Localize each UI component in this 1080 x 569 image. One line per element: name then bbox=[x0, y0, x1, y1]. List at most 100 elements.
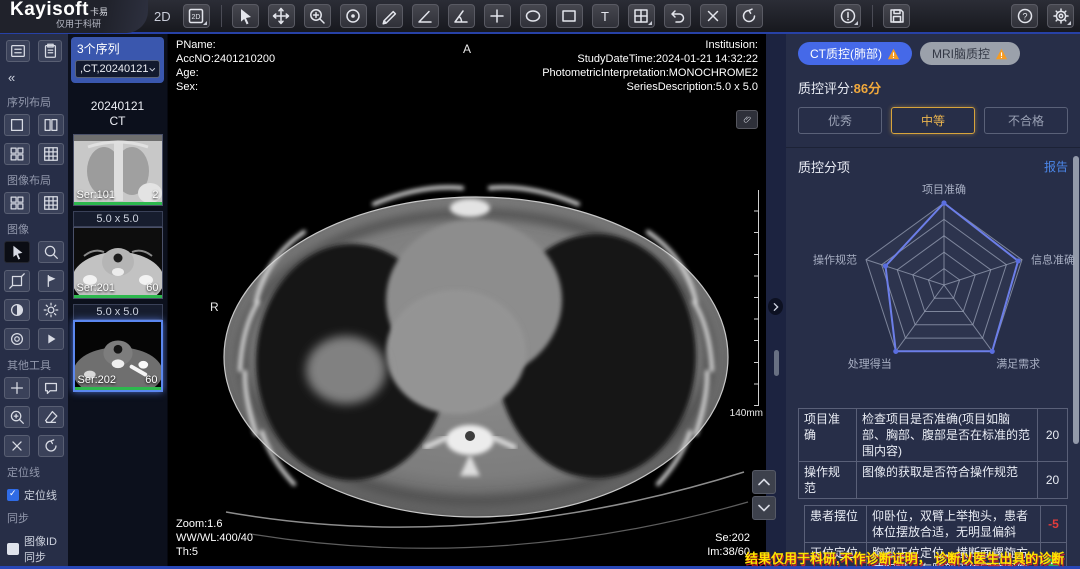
series-list-button[interactable] bbox=[6, 40, 30, 62]
checkbox-icon[interactable] bbox=[7, 489, 19, 501]
save-button[interactable] bbox=[883, 4, 910, 28]
series-layout-2x2-button[interactable] bbox=[4, 143, 30, 165]
image-roi-button[interactable] bbox=[4, 328, 30, 350]
grid-layout-tool-button[interactable] bbox=[628, 4, 655, 28]
image-cursor-button[interactable] bbox=[4, 241, 30, 263]
gutter-scrollbar-thumb[interactable] bbox=[774, 350, 779, 376]
tab-mri-qc[interactable]: MRI脑质控 bbox=[920, 42, 1020, 65]
cursor-icon bbox=[8, 243, 26, 261]
measure-tool-button[interactable] bbox=[376, 4, 403, 28]
disclaimer-marquee: 结果仅用于科研,不作诊断证明， 诊断以医生出具的诊断 bbox=[745, 548, 1080, 567]
app-window: Kayisoft卡易 仅用于科研 2D 2D bbox=[0, 0, 1080, 569]
image-crop-rotate-button[interactable] bbox=[4, 270, 30, 292]
image-flag-button[interactable] bbox=[38, 270, 64, 292]
text-tool-button[interactable]: T bbox=[592, 4, 619, 28]
checkbox-icon[interactable] bbox=[7, 543, 19, 555]
sidebar-collapse-button[interactable]: « bbox=[0, 68, 68, 89]
image-layout-3x3-button[interactable] bbox=[38, 192, 64, 214]
series-thumbnail-101[interactable]: Ser:101 2 bbox=[73, 134, 163, 206]
qc-panel-scrollbar-thumb[interactable] bbox=[1073, 156, 1079, 444]
section-image-layout: 图像布局 bbox=[0, 167, 68, 191]
image-magnify-button[interactable] bbox=[38, 241, 64, 263]
info-icon bbox=[838, 6, 858, 26]
settings-button[interactable] bbox=[1047, 4, 1074, 28]
locator-checkbox-row[interactable]: 定位线 bbox=[0, 483, 68, 505]
zoom-tool-button[interactable] bbox=[304, 4, 331, 28]
report-panel-button[interactable] bbox=[38, 40, 62, 62]
series-layout-3x3-button[interactable] bbox=[38, 143, 64, 165]
scroll-down-button[interactable] bbox=[752, 496, 776, 520]
reset-button[interactable] bbox=[736, 4, 763, 28]
svg-text:处理得当: 处理得当 bbox=[848, 356, 892, 370]
grid-icon bbox=[631, 6, 651, 26]
save-icon bbox=[887, 6, 907, 26]
zoom-info-overlay: Zoom:1.6WW/WL:400/40Th:5 bbox=[176, 517, 253, 559]
info-button[interactable] bbox=[834, 4, 861, 28]
top-toolbar: Kayisoft卡易 仅用于科研 2D 2D bbox=[0, 0, 1080, 34]
thumbnail-image[interactable]: Ser:101 2 bbox=[73, 134, 163, 206]
crop-rotate-icon bbox=[8, 272, 26, 290]
tab-ct-qc[interactable]: CT质控(肺部) bbox=[798, 42, 912, 65]
grade-fail-button[interactable]: 不合格 bbox=[984, 107, 1068, 134]
series-count-label: 3个序列 bbox=[75, 40, 160, 57]
cobb-angle-tool-button[interactable] bbox=[448, 4, 475, 28]
series-thumbnail-201[interactable]: 5.0 x 5.0 Ser:201 bbox=[73, 211, 163, 299]
pan-tool-button[interactable] bbox=[268, 4, 295, 28]
orientation-anterior-label: A bbox=[463, 42, 471, 56]
clear-tool-button[interactable] bbox=[4, 435, 30, 457]
add-tool-button[interactable] bbox=[4, 377, 30, 399]
comment-tool-button[interactable] bbox=[38, 377, 64, 399]
image-search-tool-button[interactable] bbox=[4, 406, 30, 428]
layout-2d-button[interactable]: 2D bbox=[183, 4, 210, 28]
concentric-circles-icon bbox=[8, 330, 26, 348]
image-count: 60 bbox=[145, 374, 157, 386]
series-layout-1x1-button[interactable] bbox=[4, 114, 30, 136]
grade-medium-button[interactable]: 中等 bbox=[891, 107, 975, 134]
image-brightness-button[interactable] bbox=[38, 299, 64, 321]
crosshair-tool-button[interactable] bbox=[484, 4, 511, 28]
table-row[interactable]: 项目准确 检查项目是否准确(项目如脑部、胸部、腹部是否在标准的范围内容) 20 bbox=[798, 408, 1068, 462]
image-cine-play-button[interactable] bbox=[38, 328, 64, 350]
ellipse-tool-button[interactable] bbox=[520, 4, 547, 28]
target-icon bbox=[343, 6, 363, 26]
image-viewport[interactable]: PName:AccNO:2401210200Age:Sex: A R Insti… bbox=[168, 34, 786, 567]
cursor-tool-button[interactable] bbox=[232, 4, 259, 28]
series-dropdown[interactable]: ,CT,20240121 bbox=[75, 60, 160, 78]
study-date: 20240121 bbox=[68, 99, 167, 114]
scroll-up-button[interactable] bbox=[752, 470, 776, 494]
angle-tool-button[interactable] bbox=[412, 4, 439, 28]
series-image-overlay: Se:202Im:38/60 bbox=[707, 531, 750, 559]
target-tool-button[interactable] bbox=[340, 4, 367, 28]
layout-2d-icon: 2D bbox=[186, 6, 206, 26]
section-series-layout: 序列布局 bbox=[0, 89, 68, 113]
image-magnifier-icon bbox=[8, 408, 26, 426]
image-layout-2x2-button[interactable] bbox=[4, 192, 30, 214]
attachment-button[interactable] bbox=[736, 110, 758, 129]
table-row[interactable]: 患者摆位 仰卧位，双臂上举抱头，患者体位摆放合适，无明显偏斜 -5 bbox=[805, 506, 1066, 543]
undo-button[interactable] bbox=[664, 4, 691, 28]
series-layout-1x2-button[interactable] bbox=[38, 114, 64, 136]
refresh-tool-button[interactable] bbox=[38, 435, 64, 457]
thumbnail-image[interactable]: Ser:202 60 bbox=[73, 320, 163, 392]
panel-expander-button[interactable] bbox=[768, 298, 783, 315]
eraser-tool-button[interactable] bbox=[38, 406, 64, 428]
image-invert-button[interactable] bbox=[4, 299, 30, 321]
help-button[interactable]: ? bbox=[1011, 4, 1038, 28]
locator-checkbox-label: 定位线 bbox=[24, 487, 57, 503]
report-link[interactable]: 报告 bbox=[1044, 158, 1068, 175]
section-other-tools: 其他工具 bbox=[0, 352, 68, 376]
crosshair-icon bbox=[487, 6, 507, 26]
sync-option-row[interactable]: 图像ID同步 bbox=[0, 529, 68, 567]
qc-grade-buttons: 优秀 中等 不合格 bbox=[798, 107, 1068, 134]
thumbnail-image[interactable]: Ser:201 60 bbox=[73, 227, 163, 299]
plus-icon bbox=[8, 379, 26, 397]
chevron-down-icon bbox=[758, 504, 770, 512]
rectangle-tool-button[interactable] bbox=[556, 4, 583, 28]
qc-subitem-desc: 仰卧位，双臂上举抱头，患者体位摆放合适，无明显偏斜 bbox=[867, 506, 1040, 542]
table-row[interactable]: 操作规范 图像的获取是否符合操作规范 20 bbox=[798, 462, 1068, 499]
series-thumbnail-202[interactable]: 5.0 x 5.0 Ser:202 60 bbox=[73, 304, 163, 392]
viewer-canvas[interactable]: PName:AccNO:2401210200Age:Sex: A R Insti… bbox=[168, 34, 766, 567]
divider bbox=[786, 147, 1080, 148]
delete-annotation-button[interactable] bbox=[700, 4, 727, 28]
grade-excellent-button[interactable]: 优秀 bbox=[798, 107, 882, 134]
